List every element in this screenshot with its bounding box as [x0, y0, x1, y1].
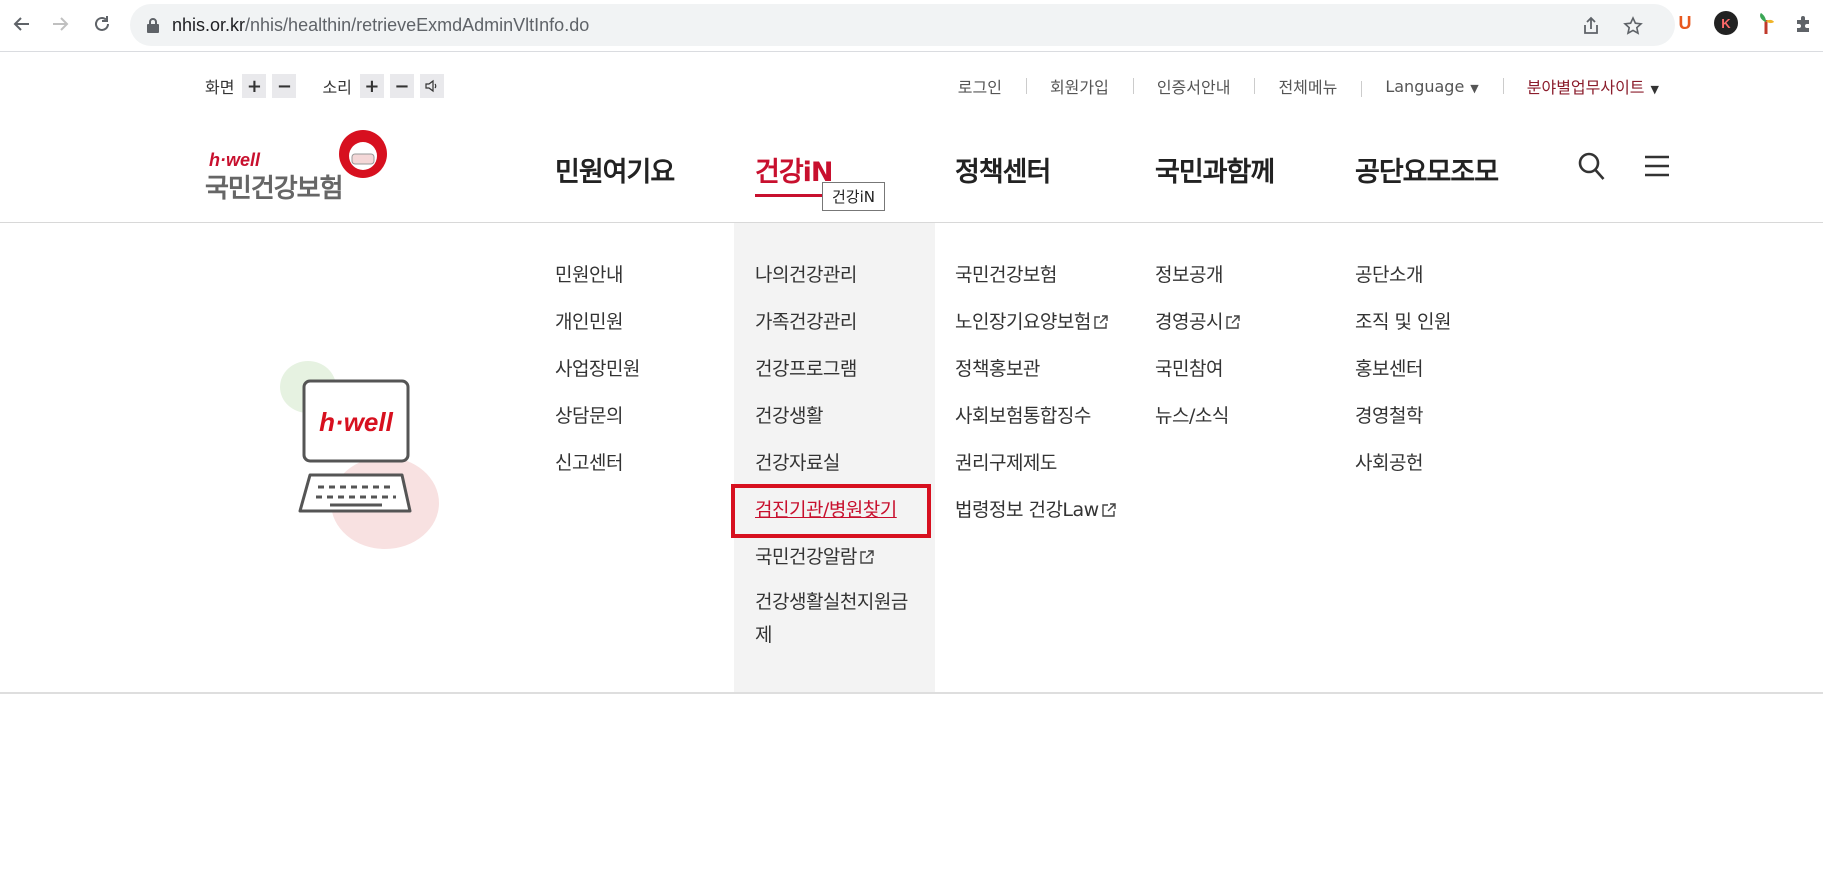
menu-item-label: 국민건강알람: [755, 546, 857, 568]
active-underline: [755, 194, 828, 197]
browser-toolbar: nhis.or.kr/nhis/healthin/retrieveExmdAdm…: [0, 0, 1823, 52]
gnb-item-civil[interactable]: 민원여기요: [555, 150, 675, 189]
external-link-icon: [1094, 315, 1108, 329]
menu-item-external[interactable]: 노인장기요양보험: [955, 309, 1117, 356]
utility-links: 로그인 회원가입 인증서안내 전체메뉴 Language ▼ 분야별업무사이트 ▼: [934, 74, 1683, 98]
certificate-guide-link[interactable]: 인증서안내: [1132, 74, 1255, 98]
business-sites-label: 분야별업무사이트: [1526, 78, 1645, 97]
lock-icon: [146, 17, 160, 37]
menu-item[interactable]: 가족건강관리: [755, 309, 915, 356]
gnb-item-together[interactable]: 국민과함께: [1155, 150, 1275, 189]
laptop-illustration: h·well: [280, 361, 439, 549]
menu-item[interactable]: 사업장민원: [555, 356, 640, 403]
menu-item[interactable]: 조직 및 인원: [1355, 309, 1451, 356]
zoom-in-button[interactable]: +: [242, 74, 267, 98]
address-bar[interactable]: nhis.or.kr/nhis/healthin/retrieveExmdAdm…: [130, 4, 1675, 46]
menu-item[interactable]: 정보공개: [1155, 262, 1241, 309]
language-dropdown[interactable]: Language ▼: [1361, 76, 1502, 97]
logo-name-text: 국민건강보험: [205, 174, 344, 204]
gnb-item-about[interactable]: 공단요모조모: [1355, 150, 1499, 189]
tooltip: 건강iN: [822, 182, 885, 211]
menu-bottom-divider: [0, 692, 1823, 694]
menu-item-label: 노인장기요양보험: [955, 311, 1091, 333]
bookmark-star-icon[interactable]: [1622, 15, 1644, 37]
menu-item[interactable]: 나의건강관리: [755, 262, 915, 309]
external-link-icon: [1226, 315, 1240, 329]
menu-item[interactable]: 권리구제제도: [955, 450, 1117, 497]
hamburger-menu-icon[interactable]: [1643, 152, 1671, 186]
login-link[interactable]: 로그인: [934, 74, 1026, 98]
menu-item-label: 법령정보 건강Law: [955, 499, 1099, 521]
business-sites-dropdown[interactable]: 분야별업무사이트 ▼: [1502, 74, 1683, 98]
menu-column-policy: 국민건강보험 노인장기요양보험 정책홍보관 사회보험통합징수 권리구제제도 법령…: [955, 262, 1117, 544]
reload-icon[interactable]: [88, 10, 116, 38]
menu-item[interactable]: 뉴스/소식: [1155, 403, 1241, 450]
menu-item-external[interactable]: 국민건강알람: [755, 544, 915, 591]
extensions-puzzle-icon[interactable]: [1792, 11, 1816, 35]
menu-item[interactable]: 신고센터: [555, 450, 640, 497]
screen-size-label: 화면: [205, 78, 235, 97]
menu-item[interactable]: 건강생활실천지원금제: [755, 586, 915, 652]
menu-item[interactable]: 공단소개: [1355, 262, 1451, 309]
gnb-item-policy[interactable]: 정책센터: [955, 150, 1051, 189]
menu-item[interactable]: 개인민원: [555, 309, 640, 356]
extension-k-icon[interactable]: K: [1714, 11, 1738, 35]
menu-item-external[interactable]: 경영공시: [1155, 309, 1241, 356]
menu-column-civil: 민원안내 개인민원 사업장민원 상담문의 신고센터: [555, 262, 640, 497]
menu-item[interactable]: 경영철학: [1355, 403, 1451, 450]
menu-column-about: 공단소개 조직 및 인원 홍보센터 경영철학 사회공헌: [1355, 262, 1451, 497]
url-text: nhis.or.kr/nhis/healthin/retrieveExmdAdm…: [172, 15, 590, 35]
menu-item[interactable]: 상담문의: [555, 403, 640, 450]
zoom-out-button[interactable]: −: [272, 74, 297, 98]
menu-item[interactable]: 사회공헌: [1355, 450, 1451, 497]
external-link-icon: [860, 550, 874, 564]
full-menu-link[interactable]: 전체메뉴: [1254, 74, 1361, 98]
menu-item[interactable]: 민원안내: [555, 262, 640, 309]
gnb-item-health-in[interactable]: 건강iN: [755, 150, 834, 189]
chevron-down-icon: ▼: [1650, 83, 1659, 96]
volume-down-button[interactable]: −: [389, 74, 414, 98]
search-icon[interactable]: [1578, 152, 1606, 186]
menu-item-label: 경영공시: [1155, 311, 1223, 333]
menu-item-external[interactable]: 법령정보 건강Law: [955, 497, 1117, 544]
accessibility-controls: 화면 + − 소리 + −: [205, 74, 450, 98]
language-label: Language: [1385, 76, 1465, 96]
mascot-icon: [339, 130, 387, 178]
share-icon[interactable]: [1580, 15, 1602, 37]
menu-item[interactable]: 국민참여: [1155, 356, 1241, 403]
menu-item[interactable]: 건강프로그램: [755, 356, 915, 403]
menu-item[interactable]: 건강생활: [755, 403, 915, 450]
extension-plant-icon[interactable]: [1754, 11, 1778, 35]
speaker-icon[interactable]: [419, 74, 444, 98]
back-arrow-icon[interactable]: [8, 10, 36, 38]
menu-item[interactable]: 국민건강보험: [955, 262, 1117, 309]
signup-link[interactable]: 회원가입: [1025, 74, 1133, 98]
sound-label: 소리: [322, 78, 352, 97]
extension-u-icon[interactable]: U: [1673, 11, 1697, 35]
menu-column-together: 정보공개 경영공시 국민참여 뉴스/소식: [1155, 262, 1241, 450]
menu-item[interactable]: 사회보험통합징수: [955, 403, 1117, 450]
menu-column-health-in: 나의건강관리 가족건강관리 건강프로그램 건강생활 건강자료실 검진기관/병원찾…: [755, 262, 915, 652]
external-link-icon: [1102, 503, 1116, 517]
nhis-logo[interactable]: h·well 국민건강보험: [205, 128, 395, 204]
volume-up-button[interactable]: +: [359, 74, 384, 98]
svg-text:h·well: h·well: [319, 407, 393, 437]
menu-item[interactable]: 홍보센터: [1355, 356, 1451, 403]
chevron-down-icon: ▼: [1470, 81, 1479, 95]
forward-arrow-icon[interactable]: [46, 10, 74, 38]
highlight-box: [731, 484, 931, 538]
menu-item[interactable]: 정책홍보관: [955, 356, 1117, 403]
